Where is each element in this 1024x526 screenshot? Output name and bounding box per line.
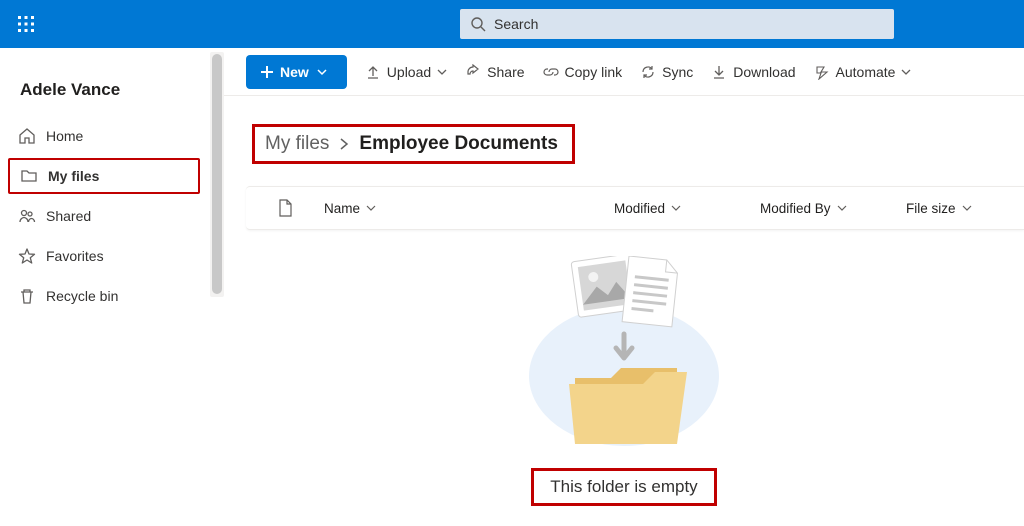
sidebar-item-shared[interactable]: Shared: [0, 198, 210, 234]
share-button[interactable]: Share: [465, 64, 524, 80]
copy-link-label: Copy link: [565, 64, 623, 80]
breadcrumb-parent[interactable]: My files: [265, 133, 329, 155]
chevron-down-icon: [837, 203, 847, 213]
sidebar-item-my-files[interactable]: My files: [8, 158, 200, 194]
file-icon: [278, 199, 292, 217]
link-icon: [543, 64, 559, 80]
sidebar-item-favorites[interactable]: Favorites: [0, 238, 210, 274]
automate-label: Automate: [836, 64, 896, 80]
sidebar-item-label: My files: [48, 168, 99, 184]
share-label: Share: [487, 64, 524, 80]
user-name: Adele Vance: [0, 66, 210, 118]
column-modified-by[interactable]: Modified By: [760, 201, 906, 216]
empty-message: This folder is empty: [531, 468, 716, 506]
copy-link-button[interactable]: Copy link: [543, 64, 623, 80]
new-button-label: New: [280, 64, 309, 80]
column-name[interactable]: Name: [324, 201, 614, 216]
people-icon: [18, 207, 36, 225]
chevron-down-icon: [366, 203, 376, 213]
scrollbar-thumb[interactable]: [212, 54, 222, 294]
home-icon: [18, 127, 36, 145]
download-label: Download: [733, 64, 795, 80]
star-icon: [18, 247, 36, 265]
upload-label: Upload: [387, 64, 431, 80]
sidebar-item-label: Shared: [46, 208, 91, 224]
column-modified-label: Modified: [614, 201, 665, 216]
chevron-down-icon: [317, 67, 327, 77]
folder-icon: [20, 167, 38, 185]
column-modified-by-label: Modified By: [760, 201, 831, 216]
automate-icon: [814, 64, 830, 80]
trash-icon: [18, 287, 36, 305]
breadcrumb-separator-icon: [339, 138, 349, 150]
upload-icon: [365, 64, 381, 80]
sync-label: Sync: [662, 64, 693, 80]
sync-icon: [640, 64, 656, 80]
new-button[interactable]: New: [246, 55, 347, 89]
app-header: [0, 0, 1024, 48]
breadcrumb: My files Employee Documents: [252, 124, 575, 164]
download-icon: [711, 64, 727, 80]
breadcrumb-current: Employee Documents: [359, 133, 558, 155]
sidebar-item-label: Favorites: [46, 248, 104, 264]
command-bar: New Upload Share Copy link Sync: [224, 48, 1024, 96]
sidebar-item-recycle-bin[interactable]: Recycle bin: [0, 278, 210, 314]
search-box[interactable]: [460, 9, 894, 39]
app-launcher-button[interactable]: [10, 8, 42, 40]
sync-button[interactable]: Sync: [640, 64, 693, 80]
main-content: New Upload Share Copy link Sync: [224, 48, 1024, 526]
column-modified[interactable]: Modified: [614, 201, 760, 216]
automate-button[interactable]: Automate: [814, 64, 912, 80]
search-icon: [470, 16, 486, 32]
search-input[interactable]: [494, 16, 884, 32]
chevron-down-icon: [962, 203, 972, 213]
chevron-down-icon: [671, 203, 681, 213]
share-icon: [465, 64, 481, 80]
chevron-down-icon: [901, 67, 911, 77]
sidebar: Adele Vance Home My files Shared: [0, 48, 224, 526]
waffle-icon: [17, 15, 35, 33]
column-file-size-label: File size: [906, 201, 956, 216]
column-file-size[interactable]: File size: [906, 201, 1016, 216]
sidebar-item-label: Home: [46, 128, 83, 144]
column-doctype[interactable]: [246, 199, 324, 217]
chevron-down-icon: [437, 67, 447, 77]
column-header-row: Name Modified Modified By File size: [246, 186, 1024, 230]
sidebar-item-home[interactable]: Home: [0, 118, 210, 154]
column-name-label: Name: [324, 201, 360, 216]
sidebar-item-label: Recycle bin: [46, 288, 118, 304]
upload-button[interactable]: Upload: [365, 64, 447, 80]
download-button[interactable]: Download: [711, 64, 795, 80]
empty-state: This folder is empty: [224, 256, 1024, 506]
plus-icon: [260, 65, 274, 79]
empty-folder-illustration-icon: [519, 256, 729, 456]
